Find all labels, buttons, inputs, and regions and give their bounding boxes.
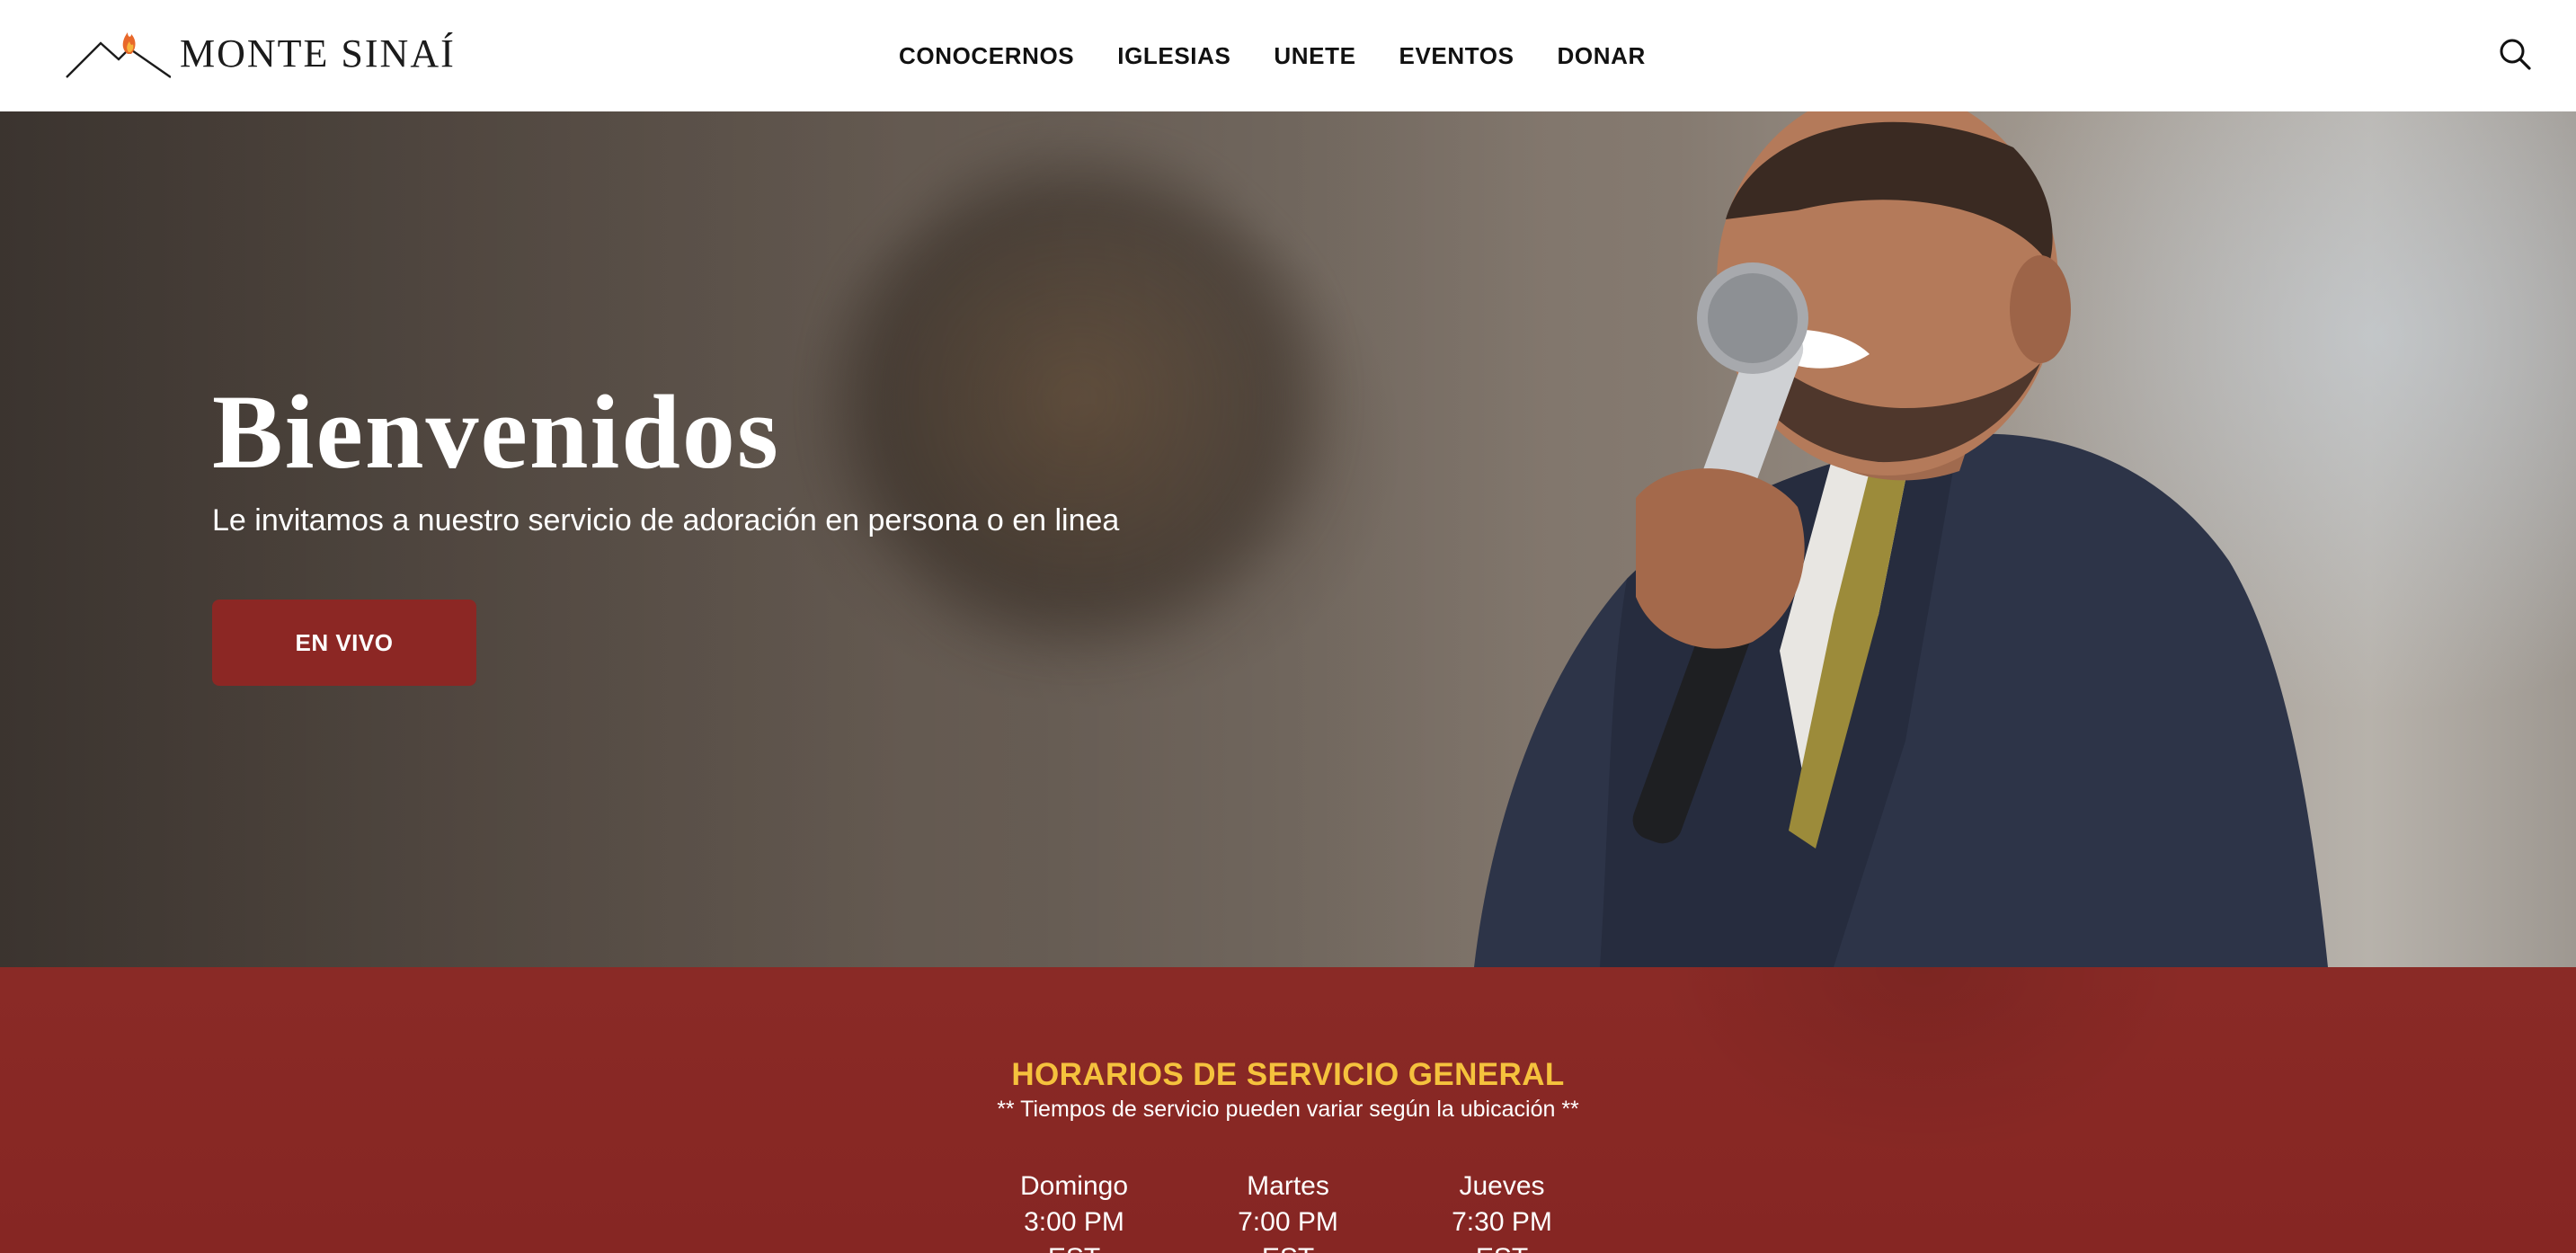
day-name: Domingo — [1019, 1171, 1129, 1201]
day-name: Jueves — [1459, 1171, 1545, 1201]
hero-title: Bienvenidos — [212, 373, 780, 491]
logo-wordmark: MONTE SINAÍ — [180, 31, 456, 76]
schedule-day-item: Domingo 3:00 PM EST — [999, 1169, 1149, 1253]
schedule-day-item: Martes 7:00 PM EST — [1213, 1169, 1363, 1253]
schedule-note: ** Tiempos de servicio pueden variar seg… — [997, 1097, 1579, 1122]
schedule-title: HORARIOS DE SERVICIO GENERAL — [1011, 1057, 1565, 1092]
live-stream-button[interactable]: EN VIVO — [212, 600, 476, 686]
nav-item-iglesias[interactable]: IGLESIAS — [1117, 42, 1230, 70]
day-name: Martes — [1247, 1171, 1329, 1201]
schedule-day-item: Jueves 7:30 PM EST — [1427, 1169, 1577, 1253]
site-logo[interactable]: MONTE SINAÍ — [65, 16, 454, 79]
nav-item-donar[interactable]: DONAR — [1558, 42, 1646, 70]
hero-banner: Bienvenidos Le invitamos a nuestro servi… — [0, 111, 2576, 967]
nav-item-eventos[interactable]: EVENTOS — [1399, 42, 1515, 70]
search-button[interactable] — [2497, 36, 2533, 72]
nav-item-unete[interactable]: UNETE — [1274, 42, 1355, 70]
search-icon — [2500, 39, 2531, 70]
day-time: 3:00 PM EST — [1024, 1207, 1124, 1253]
nav-item-conocernos[interactable]: CONOCERNOS — [899, 42, 1074, 70]
mountain-flame-logo-icon — [66, 32, 171, 78]
speaker-photo — [1474, 111, 2328, 967]
schedule-days: Domingo 3:00 PM EST Martes 7:00 PM EST J… — [0, 1169, 2576, 1253]
hero-subtitle: Le invitamos a nuestro servicio de adora… — [212, 503, 1120, 538]
main-nav: CONOCERNOS IGLESIAS UNETE EVENTOS DONAR — [899, 0, 1646, 111]
service-schedule-section: HORARIOS DE SERVICIO GENERAL ** Tiempos … — [0, 967, 2576, 1253]
site-header: MONTE SINAÍ CONOCERNOS IGLESIAS UNETE EV… — [0, 0, 2576, 111]
day-time: 7:30 PM EST — [1452, 1207, 1552, 1253]
day-time: 7:00 PM EST — [1238, 1207, 1338, 1253]
